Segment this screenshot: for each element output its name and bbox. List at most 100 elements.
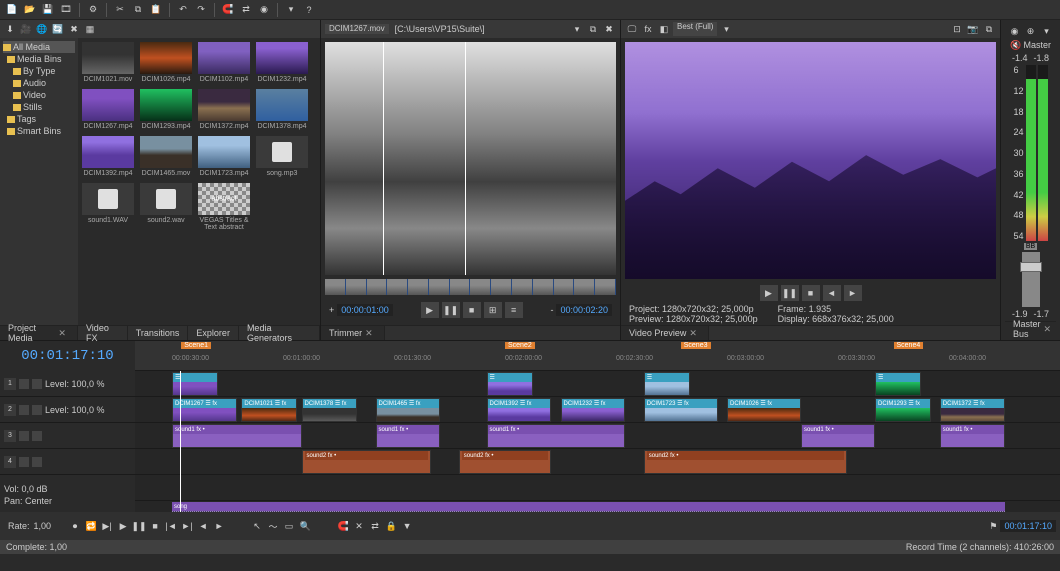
tl-envelope-icon[interactable]: ～: [266, 519, 280, 533]
help-icon[interactable]: ?: [301, 2, 317, 18]
tl-nextframe-icon[interactable]: ►: [212, 519, 226, 533]
region-marker[interactable]: Scene3: [681, 342, 711, 349]
video-clip[interactable]: DCIM1232 ☰ fx: [561, 398, 626, 422]
save-icon[interactable]: 💾: [40, 2, 56, 18]
media-thumb[interactable]: DCIM1372.mp4: [198, 89, 250, 130]
tl-autoripple-icon[interactable]: ⇄: [368, 519, 382, 533]
tl-lock-icon[interactable]: 🔒: [384, 519, 398, 533]
rate-value[interactable]: 1,00: [34, 521, 52, 531]
props-icon[interactable]: ⚙: [85, 2, 101, 18]
media-thumb[interactable]: DCIM1232.mp4: [256, 42, 308, 83]
tl-loop-icon[interactable]: 🔁: [84, 519, 98, 533]
master-fader[interactable]: [1022, 252, 1040, 307]
prev-prev-icon[interactable]: ◄: [823, 285, 841, 301]
close-icon[interactable]: ✕: [362, 328, 376, 339]
trim-more-icon[interactable]: ≡: [505, 302, 523, 318]
media-thumb[interactable]: DCIM1021.mov: [82, 42, 134, 83]
preview-quality[interactable]: Best (Full): [673, 22, 717, 36]
remove-icon[interactable]: ✖: [67, 22, 81, 36]
tl-pause-icon[interactable]: ❚❚: [132, 519, 146, 533]
prev-fx-icon[interactable]: fx: [641, 22, 655, 36]
trim-split-icon[interactable]: ⧉: [586, 22, 600, 36]
track-mute-icon[interactable]: [19, 457, 29, 467]
trim-add-icon[interactable]: ⊞: [484, 302, 502, 318]
tab-master-bus[interactable]: Master Bus✕: [1005, 322, 1060, 336]
video-clip[interactable]: DCIM1021 ☰ fx: [241, 398, 297, 422]
track-header[interactable]: 2Level: 100,0 %: [0, 397, 135, 423]
tab-video-fx[interactable]: Video FX: [78, 326, 128, 340]
tl-goend-icon[interactable]: ►|: [180, 519, 194, 533]
master-auto-icon[interactable]: ▾: [1040, 24, 1054, 38]
audio-clip[interactable]: sound1 fx •: [172, 424, 302, 448]
tl-marker-flag-icon[interactable]: ⚑: [989, 521, 997, 532]
timeline-ruler[interactable]: 00:00:30:0000:01:00:0000:01:30:0000:02:0…: [135, 341, 1060, 371]
media-thumb[interactable]: sound1.WAV: [82, 183, 134, 231]
media-thumb[interactable]: DCIM1026.mp4: [140, 42, 192, 83]
media-thumb[interactable]: sound2.wav: [140, 183, 192, 231]
track-mute-icon[interactable]: [19, 431, 29, 441]
trimmer-title[interactable]: DCIM1267.mov: [325, 24, 389, 34]
tab-video-preview[interactable]: Video Preview✕: [621, 326, 709, 340]
prev-next-icon[interactable]: ►: [844, 285, 862, 301]
track-area[interactable]: ☰☰☰☰DCIM1267 ☰ fxDCIM1021 ☰ fxDCIM1378 ☰…: [135, 371, 1060, 512]
prev-snap-icon[interactable]: 📷: [966, 22, 980, 36]
audio-clip[interactable]: sound1 fx •: [940, 424, 1005, 448]
autosave-icon[interactable]: ◉: [256, 2, 272, 18]
video-clip[interactable]: ☰: [487, 372, 533, 396]
trimmer-filmstrip[interactable]: [325, 279, 616, 295]
trim-pause-icon[interactable]: ❚❚: [442, 302, 460, 318]
tl-prevframe-icon[interactable]: ◄: [196, 519, 210, 533]
video-clip[interactable]: ☰: [172, 372, 218, 396]
snap-icon[interactable]: 🧲: [220, 2, 236, 18]
trim-close-icon[interactable]: ✖: [602, 22, 616, 36]
video-clip[interactable]: ☰: [875, 372, 921, 396]
prev-copy-icon[interactable]: ⧉: [982, 22, 996, 36]
media-thumb[interactable]: DCIM1267.mp4: [82, 89, 134, 130]
master-ins-icon[interactable]: ⊕: [1024, 24, 1038, 38]
audio-clip[interactable]: sound1 fx •: [376, 424, 441, 448]
undo-icon[interactable]: ↶: [175, 2, 191, 18]
track-mute-icon[interactable]: [19, 405, 29, 415]
track-solo-icon[interactable]: [32, 379, 42, 389]
getmedia-icon[interactable]: 🌐: [35, 22, 49, 36]
prev-pause-icon[interactable]: ❚❚: [781, 285, 799, 301]
tree-item[interactable]: By Type: [3, 65, 75, 77]
tree-item[interactable]: Video: [3, 89, 75, 101]
region-marker[interactable]: Scene4: [894, 342, 924, 349]
track-header[interactable]: 4: [0, 449, 135, 475]
tab-explorer[interactable]: Explorer: [188, 326, 239, 340]
region-marker[interactable]: Scene1: [181, 342, 211, 349]
prev-stop-icon[interactable]: ■: [802, 285, 820, 301]
video-clip[interactable]: DCIM1392 ☰ fx: [487, 398, 552, 422]
media-thumb[interactable]: DCIM1723.mp4: [198, 136, 250, 177]
video-clip[interactable]: ☰: [644, 372, 690, 396]
trim-tc-right[interactable]: 00:00:02:20: [556, 304, 612, 316]
audio-clip[interactable]: sound2 fx •: [459, 450, 552, 474]
video-clip[interactable]: DCIM1723 ☰ fx: [644, 398, 718, 422]
master-bb[interactable]: BB: [1024, 243, 1037, 250]
tl-autox-icon[interactable]: ✕: [352, 519, 366, 533]
trimmer-viewport[interactable]: [325, 42, 616, 275]
tree-item[interactable]: Smart Bins: [3, 125, 75, 137]
master-mute-icon[interactable]: 🔇: [1010, 40, 1021, 50]
playhead[interactable]: [180, 371, 181, 512]
tl-playstart-icon[interactable]: ▶|: [100, 519, 114, 533]
video-clip[interactable]: DCIM1267 ☰ fx: [172, 398, 237, 422]
media-thumb[interactable]: song.mp3: [256, 136, 308, 177]
paste-icon[interactable]: 📋: [148, 2, 164, 18]
tl-play-icon[interactable]: ▶: [116, 519, 130, 533]
track-header[interactable]: 1Level: 100,0 %: [0, 371, 135, 397]
new-icon[interactable]: 📄: [4, 2, 20, 18]
tree-item[interactable]: All Media: [3, 41, 75, 53]
render-icon[interactable]: 🎞: [58, 2, 74, 18]
close-icon[interactable]: ✕: [686, 328, 700, 339]
refresh-icon[interactable]: 🔄: [51, 22, 65, 36]
tl-record-icon[interactable]: ⏺: [68, 519, 82, 533]
track-header[interactable]: Vol: 0,0 dBPan: Center: [0, 475, 135, 512]
prev-split-icon[interactable]: ◧: [657, 22, 671, 36]
import-icon[interactable]: ⬇: [3, 22, 17, 36]
video-clip[interactable]: DCIM1026 ☰ fx: [727, 398, 801, 422]
ripple-icon[interactable]: ⇄: [238, 2, 254, 18]
tree-item[interactable]: Tags: [3, 113, 75, 125]
media-thumb[interactable]: DCIM1293.mp4: [140, 89, 192, 130]
